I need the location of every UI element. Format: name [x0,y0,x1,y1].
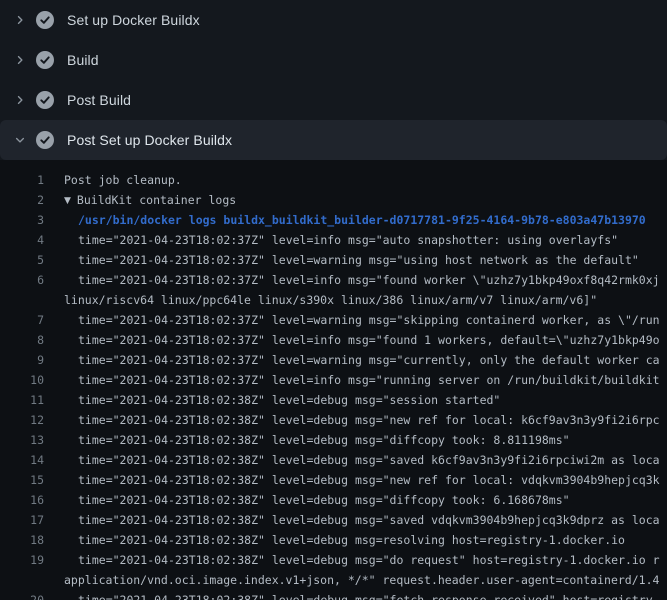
log-line: 8 time="2021-04-23T18:02:37Z" level=info… [0,330,667,350]
log-line: 6 time="2021-04-23T18:02:37Z" level=info… [0,270,667,290]
log-text: time="2021-04-23T18:02:38Z" level=debug … [78,473,660,487]
log-line: 11 time="2021-04-23T18:02:38Z" level=deb… [0,390,667,410]
log-line: 13 time="2021-04-23T18:02:38Z" level=deb… [0,430,667,450]
log-line: 7 time="2021-04-23T18:02:37Z" level=warn… [0,310,667,330]
step-label: Post Set up Docker Buildx [67,132,232,148]
log-text: time="2021-04-23T18:02:38Z" level=debug … [78,413,660,427]
check-circle-icon [36,51,54,69]
log-line-number[interactable]: 10 [0,370,44,390]
log-line-number[interactable]: 14 [0,450,44,470]
log-line: linux/riscv64 linux/ppc64le linux/s390x … [0,290,667,310]
log-line: 20 time="2021-04-23T18:02:38Z" level=deb… [0,590,667,600]
log-line-number[interactable]: 17 [0,510,44,530]
log-text: time="2021-04-23T18:02:38Z" level=debug … [78,433,570,447]
log-line-number[interactable]: 1 [0,170,44,190]
log-text: time="2021-04-23T18:02:37Z" level=warnin… [78,253,639,267]
log-text: linux/riscv64 linux/ppc64le linux/s390x … [64,293,597,307]
log-line-number[interactable] [0,290,44,310]
log-text: application/vnd.oci.image.index.v1+json,… [64,573,659,587]
log-line-number[interactable]: 6 [0,270,44,290]
log-line: 16 time="2021-04-23T18:02:38Z" level=deb… [0,490,667,510]
chevron-right-icon [12,12,27,28]
log-text: BuildKit container logs [77,193,236,207]
step-row-build[interactable]: Build [0,40,667,80]
group-toggle-icon[interactable]: ▼ [64,196,71,206]
log-line: 2 ▼ BuildKit container logs [0,190,667,210]
log-text: time="2021-04-23T18:02:37Z" level=warnin… [78,353,660,367]
log-text: time="2021-04-23T18:02:37Z" level=warnin… [78,313,660,327]
log-line: 17 time="2021-04-23T18:02:38Z" level=deb… [0,510,667,530]
log-output[interactable]: 1 Post job cleanup. 2 ▼ BuildKit containe… [0,160,667,600]
log-line-number[interactable]: 15 [0,470,44,490]
log-line-number[interactable]: 18 [0,530,44,550]
log-line-number[interactable]: 11 [0,390,44,410]
steps-list: Set up Docker Buildx Build Post Buil [0,0,667,160]
log-line-number[interactable]: 2 [0,190,44,210]
log-text: time="2021-04-23T18:02:37Z" level=info m… [78,233,618,247]
log-text: time="2021-04-23T18:02:37Z" level=info m… [78,333,660,347]
step-row-post-set-up-docker-buildx[interactable]: Post Set up Docker Buildx [0,120,667,160]
log-line-number[interactable]: 7 [0,310,44,330]
chevron-down-icon [12,132,27,148]
log-line: application/vnd.oci.image.index.v1+json,… [0,570,667,590]
log-text: /usr/bin/docker logs buildx_buildkit_bui… [78,213,646,227]
log-line-number[interactable]: 9 [0,350,44,370]
log-text: time="2021-04-23T18:02:38Z" level=debug … [78,553,660,567]
log-line-number[interactable]: 4 [0,230,44,250]
step-row-set-up-docker-buildx[interactable]: Set up Docker Buildx [0,0,667,40]
log-line-number[interactable]: 13 [0,430,44,450]
log-text: time="2021-04-23T18:02:37Z" level=info m… [78,273,660,287]
log-line-number[interactable] [0,570,44,590]
log-line: 14 time="2021-04-23T18:02:38Z" level=deb… [0,450,667,470]
check-circle-icon [36,11,54,29]
log-line: 9 time="2021-04-23T18:02:37Z" level=warn… [0,350,667,370]
check-circle-icon [36,91,54,109]
log-line: 3 /usr/bin/docker logs buildx_buildkit_b… [0,210,667,230]
log-line: 18 time="2021-04-23T18:02:38Z" level=deb… [0,530,667,550]
actions-log-viewer: Set up Docker Buildx Build Post Buil [0,0,667,600]
chevron-right-icon [12,52,27,68]
log-line: 10 time="2021-04-23T18:02:37Z" level=inf… [0,370,667,390]
log-line-number[interactable]: 16 [0,490,44,510]
log-text: time="2021-04-23T18:02:38Z" level=debug … [78,453,660,467]
log-line-number[interactable]: 12 [0,410,44,430]
log-text: time="2021-04-23T18:02:38Z" level=debug … [78,593,660,600]
log-text: time="2021-04-23T18:02:38Z" level=debug … [78,513,660,527]
step-row-post-build[interactable]: Post Build [0,80,667,120]
log-text: time="2021-04-23T18:02:38Z" level=debug … [78,493,570,507]
log-text: Post job cleanup. [64,173,182,187]
check-circle-icon [36,131,54,149]
log-text: time="2021-04-23T18:02:37Z" level=info m… [78,373,660,387]
log-line-number[interactable]: 5 [0,250,44,270]
chevron-right-icon [12,92,27,108]
log-line: 1 Post job cleanup. [0,170,667,190]
log-line: 19 time="2021-04-23T18:02:38Z" level=deb… [0,550,667,570]
log-line-number[interactable]: 3 [0,210,44,230]
log-text: time="2021-04-23T18:02:38Z" level=debug … [78,393,500,407]
log-line: 12 time="2021-04-23T18:02:38Z" level=deb… [0,410,667,430]
log-line-number[interactable]: 20 [0,590,44,600]
step-label: Post Build [67,92,131,108]
log-line: 5 time="2021-04-23T18:02:37Z" level=warn… [0,250,667,270]
log-text: time="2021-04-23T18:02:38Z" level=debug … [78,533,625,547]
log-line: 4 time="2021-04-23T18:02:37Z" level=info… [0,230,667,250]
log-line: 15 time="2021-04-23T18:02:38Z" level=deb… [0,470,667,490]
log-line-number[interactable]: 19 [0,550,44,570]
log-line-number[interactable]: 8 [0,330,44,350]
step-label: Set up Docker Buildx [67,12,200,28]
step-label: Build [67,52,99,68]
